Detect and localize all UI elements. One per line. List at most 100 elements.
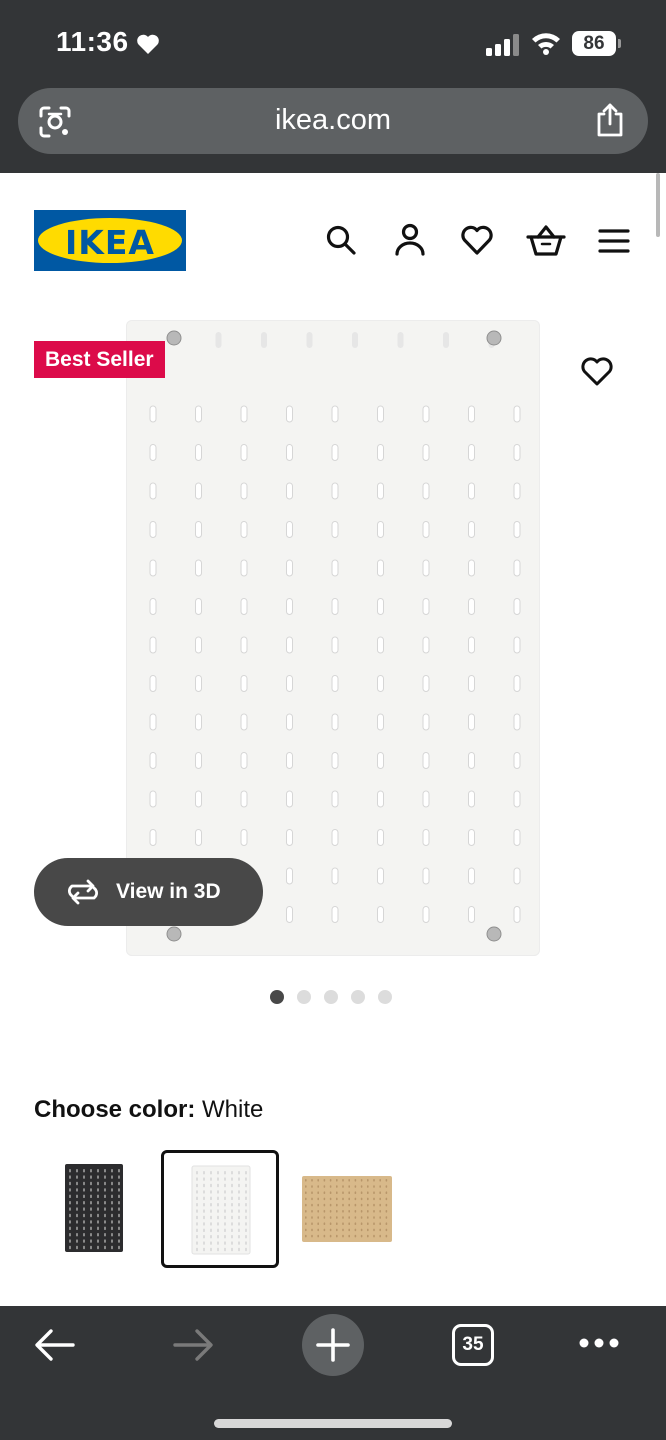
new-tab-button[interactable] xyxy=(302,1314,364,1376)
search-icon[interactable] xyxy=(326,222,356,263)
pegboard-hole xyxy=(422,867,430,885)
carousel-dot[interactable] xyxy=(270,990,284,1004)
thumbnail-hole xyxy=(323,1197,326,1201)
thumbnail-hole xyxy=(76,1201,78,1205)
thumbnail-hole xyxy=(373,1179,375,1182)
thumbnail-hole xyxy=(118,1233,120,1237)
thumbnail-hole xyxy=(196,1209,198,1213)
thumbnail-hole xyxy=(342,1234,344,1238)
thumbnail-hole xyxy=(210,1215,212,1220)
pegboard-hole xyxy=(513,559,521,577)
thumbnail-hole xyxy=(323,1203,326,1207)
share-icon[interactable] xyxy=(594,102,626,143)
pegboard-hole xyxy=(331,598,339,615)
thumbnail-hole xyxy=(379,1228,381,1232)
thumbnail-hole xyxy=(305,1234,307,1238)
thumbnail-hole xyxy=(69,1245,71,1250)
thumbnail-hole xyxy=(367,1234,369,1238)
pegboard-hole xyxy=(286,906,293,923)
more-options-icon[interactable] xyxy=(578,1336,620,1355)
thumbnail-hole xyxy=(348,1216,350,1219)
thumbnail-hole xyxy=(76,1245,78,1250)
thumbnail-hole xyxy=(196,1241,198,1245)
wood-pegboard-thumbnail xyxy=(302,1176,392,1242)
tab-switcher-button[interactable]: 35 xyxy=(452,1324,494,1366)
pegboard-hole xyxy=(513,405,521,423)
color-swatch-black[interactable] xyxy=(34,1150,152,1268)
thumbnail-hole xyxy=(224,1203,226,1207)
shopping-bag-icon[interactable] xyxy=(526,222,566,263)
thumbnail-hole xyxy=(342,1197,344,1201)
thumbnail-hole xyxy=(311,1210,313,1213)
pegboard-hole xyxy=(331,752,339,769)
thumbnail-hole xyxy=(342,1203,344,1207)
thumbnail-hole xyxy=(217,1209,219,1213)
thumbnail-hole xyxy=(118,1213,120,1218)
thumbnail-hole xyxy=(217,1203,219,1207)
thumbnail-hole xyxy=(111,1194,113,1198)
pegboard-hole xyxy=(149,636,157,654)
thumbnail-hole xyxy=(231,1228,233,1232)
thumbnail-hole xyxy=(354,1222,357,1225)
thumbnail-hole xyxy=(385,1216,388,1219)
thumbnail-hole xyxy=(385,1222,388,1225)
pegboard-hole xyxy=(286,598,293,615)
pegboard-slot xyxy=(352,332,358,348)
thumbnail-hole xyxy=(245,1215,247,1220)
thumbnail-hole xyxy=(342,1222,344,1225)
thumbnail-hole xyxy=(224,1171,226,1175)
add-to-favorites-icon[interactable] xyxy=(580,356,614,393)
thumbnail-hole xyxy=(203,1235,205,1239)
pegboard-hole xyxy=(468,598,475,615)
thumbnail-hole xyxy=(196,1235,198,1239)
thumbnail-hole xyxy=(373,1210,375,1213)
thumbnail-hole xyxy=(385,1185,388,1188)
forward-arrow-icon[interactable] xyxy=(172,1328,214,1367)
black-pegboard-thumbnail xyxy=(65,1164,123,1252)
carousel-dot[interactable] xyxy=(378,990,392,1004)
thumbnail-hole xyxy=(373,1222,375,1225)
thumbnail-hole xyxy=(367,1210,369,1213)
pegboard-hole xyxy=(377,867,384,885)
thumbnail-hole xyxy=(217,1177,219,1181)
pegboard-slot xyxy=(443,332,449,348)
pegboard-hole xyxy=(513,752,521,769)
thumbnail-hole xyxy=(311,1228,313,1232)
color-swatch-white[interactable] xyxy=(161,1150,279,1268)
thumbnail-hole xyxy=(111,1169,113,1173)
thumbnail-hole xyxy=(305,1203,307,1207)
address-bar[interactable]: ikea.com xyxy=(18,88,648,154)
thumbnail-hole xyxy=(385,1197,388,1201)
menu-icon[interactable] xyxy=(598,222,630,263)
thumbnail-hole xyxy=(348,1185,350,1188)
thumbnail-hole xyxy=(317,1185,319,1188)
thumbnail-hole xyxy=(238,1183,240,1188)
carousel-dot[interactable] xyxy=(351,990,365,1004)
thumbnail-hole xyxy=(379,1185,381,1188)
favorites-icon[interactable] xyxy=(460,222,494,263)
url-text[interactable]: ikea.com xyxy=(18,104,648,137)
thumbnail-hole xyxy=(379,1179,381,1182)
thumbnail-hole xyxy=(76,1233,78,1237)
thumbnail-hole xyxy=(317,1222,319,1225)
thumbnail-hole xyxy=(317,1210,319,1213)
pegboard-hole xyxy=(422,521,430,538)
back-arrow-icon[interactable] xyxy=(34,1328,76,1367)
view-in-3d-button[interactable]: View in 3D xyxy=(34,858,263,926)
page-scrollbar[interactable] xyxy=(656,173,660,237)
thumbnail-hole xyxy=(231,1222,233,1226)
thumbnail-hole xyxy=(118,1194,120,1198)
thumbnail-hole xyxy=(210,1222,212,1226)
carousel-dot[interactable] xyxy=(297,990,311,1004)
account-icon[interactable] xyxy=(394,222,426,263)
thumbnail-hole xyxy=(104,1201,106,1205)
thumbnail-hole xyxy=(69,1220,71,1224)
ikea-logo[interactable]: IKEA xyxy=(34,210,186,271)
thumbnail-hole xyxy=(323,1179,326,1182)
pegboard-hole xyxy=(468,559,475,577)
color-swatch-wood[interactable] xyxy=(288,1150,406,1268)
thumbnail-hole xyxy=(360,1191,363,1194)
white-pegboard-thumbnail xyxy=(191,1165,251,1255)
carousel-dot[interactable] xyxy=(324,990,338,1004)
thumbnail-hole xyxy=(196,1196,198,1200)
